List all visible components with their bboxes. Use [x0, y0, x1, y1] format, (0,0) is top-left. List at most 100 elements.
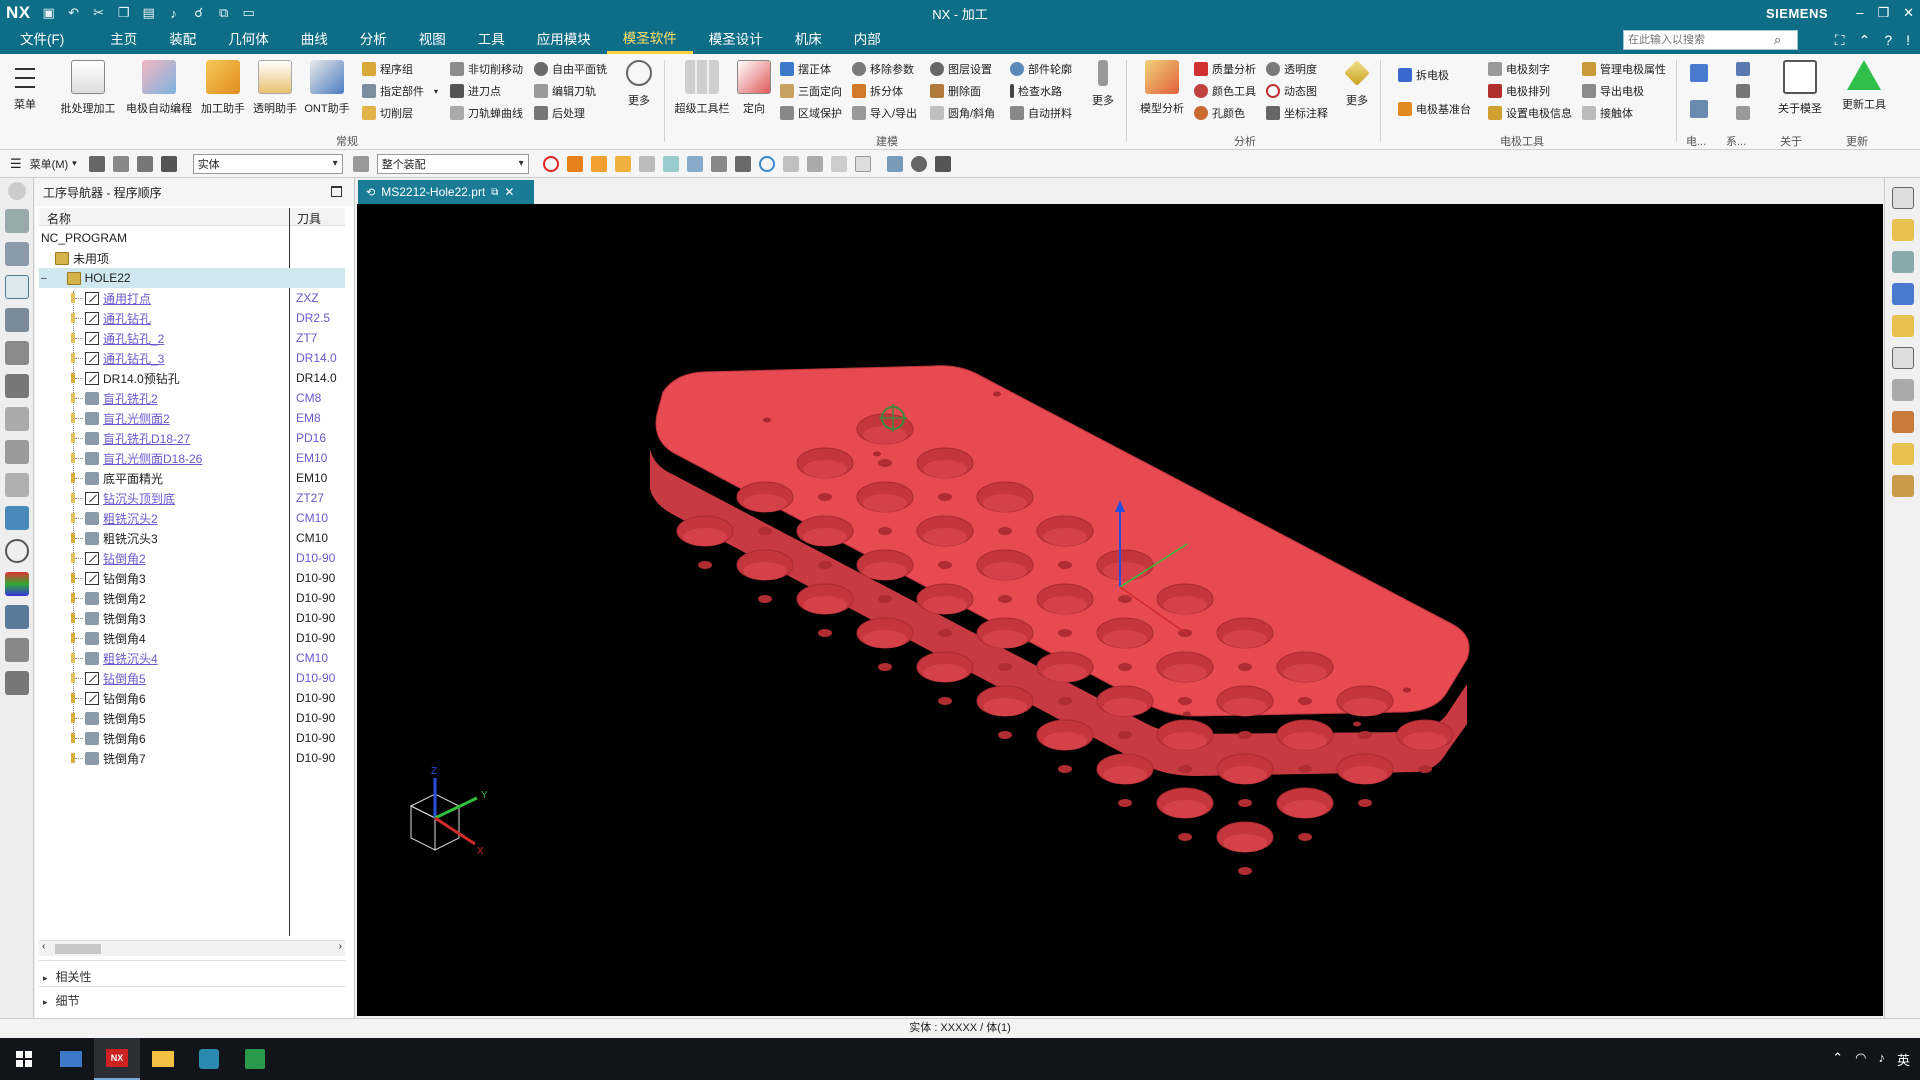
- operation-row[interactable]: 粗铣沉头3 CM10: [39, 528, 345, 548]
- taskbar-app-excel-icon[interactable]: [232, 1038, 278, 1080]
- operation-row[interactable]: 盲孔光侧面D18-26 EM10: [39, 448, 345, 468]
- import-export-button[interactable]: 导入/导出: [852, 104, 917, 122]
- specify-part-button[interactable]: 指定部件 ▾: [362, 82, 438, 100]
- web-browser-icon[interactable]: [4, 506, 29, 530]
- operation-row[interactable]: 通孔钻孔 DR2.5: [39, 308, 345, 328]
- input-language[interactable]: 英: [1897, 1050, 1910, 1069]
- scope-filter-select[interactable]: 整个装配: [376, 153, 529, 174]
- relations-panel-header[interactable]: ▸ 相关性: [43, 968, 92, 985]
- operation-navigator-icon[interactable]: [4, 275, 29, 299]
- free-planar-mill-button[interactable]: 自由平面铣: [534, 60, 607, 78]
- horizontal-scrollbar[interactable]: ‹ ›: [39, 940, 345, 956]
- cut-levels-button[interactable]: 切削层: [362, 104, 413, 122]
- electrode-extra2-button[interactable]: [1690, 100, 1708, 118]
- graphics-viewport[interactable]: Z Y X: [357, 204, 1883, 1016]
- menu-mosheng-software[interactable]: 模圣软件: [606, 26, 693, 54]
- menu-dropdown[interactable]: 菜单(M): [30, 156, 69, 172]
- paste-icon[interactable]: ▤: [141, 5, 157, 21]
- operation-row[interactable]: DR14.0预钻孔 DR14.0: [39, 368, 345, 388]
- snap-options-icon[interactable]: [710, 155, 727, 172]
- edit-toolpath-button[interactable]: 编辑刀轨: [534, 82, 596, 100]
- model-analysis-button[interactable]: 模型分析: [1134, 60, 1190, 116]
- operation-row[interactable]: 铣倒角3 D10-90: [39, 608, 345, 628]
- info-panel-icon[interactable]: [1891, 347, 1914, 369]
- taskbar-app-explorer-icon[interactable]: [48, 1038, 94, 1080]
- system-b-button[interactable]: [1736, 82, 1750, 100]
- menu-curve[interactable]: 曲线: [285, 26, 344, 54]
- assembly-icon[interactable]: [136, 155, 153, 172]
- history-icon[interactable]: [4, 440, 29, 464]
- cube-icon[interactable]: [830, 155, 847, 172]
- program-group-button[interactable]: 程序组: [362, 60, 413, 78]
- tree-unused[interactable]: 未用项: [39, 248, 345, 268]
- three-face-orient-button[interactable]: 三面定向: [780, 82, 842, 100]
- menu-app-modules[interactable]: 应用模块: [521, 26, 607, 54]
- electrode-extra-button[interactable]: [1690, 64, 1708, 82]
- hide-icon[interactable]: [934, 155, 951, 172]
- column-tool-header[interactable]: 刀具: [297, 210, 321, 227]
- operation-row[interactable]: 盲孔铣孔2 CM8: [39, 388, 345, 408]
- non-cutting-moves-button[interactable]: 非切削移动: [450, 60, 523, 78]
- tool-icon[interactable]: [1891, 283, 1914, 305]
- electrode-arrange-button[interactable]: 电极排列: [1488, 82, 1550, 100]
- window-switch-icon[interactable]: ⧉: [216, 5, 232, 21]
- coordinate-note-button[interactable]: 坐标注释: [1266, 104, 1328, 122]
- menu-machine[interactable]: 机床: [779, 26, 838, 54]
- no-select-icon[interactable]: [542, 155, 559, 172]
- mass-analysis-button[interactable]: 质量分析: [1194, 60, 1256, 78]
- transparency-button[interactable]: 透明度: [1266, 60, 1317, 78]
- view-icon[interactable]: [88, 155, 105, 172]
- snap-icon[interactable]: [160, 155, 177, 172]
- contact-body-button[interactable]: 接触体: [1582, 104, 1633, 122]
- lock-button[interactable]: [1736, 104, 1750, 122]
- maximize-icon[interactable]: [331, 186, 342, 197]
- manage-electrode-attr-button[interactable]: 管理电极属性: [1582, 60, 1666, 78]
- operation-row[interactable]: 盲孔光侧面2 EM8: [39, 408, 345, 428]
- part-outline-button[interactable]: 部件轮廓: [1010, 60, 1072, 78]
- assembly-navigator-icon[interactable]: [4, 242, 29, 266]
- auto-stock-button[interactable]: 自动拼料: [1010, 104, 1072, 122]
- wrench-icon[interactable]: [4, 638, 29, 662]
- operation-row[interactable]: 盲孔铣孔D18-27 PD16: [39, 428, 345, 448]
- menu-assembly[interactable]: 装配: [153, 26, 212, 54]
- box-select-icon[interactable]: [782, 155, 799, 172]
- robot-icon[interactable]: [4, 671, 29, 695]
- body-select-icon[interactable]: [638, 155, 655, 172]
- help-icon[interactable]: ?: [1884, 32, 1892, 49]
- palette-icon[interactable]: [4, 572, 29, 596]
- operation-row[interactable]: 通孔钻孔_3 DR14.0: [39, 348, 345, 368]
- copy-panel-icon[interactable]: [1891, 379, 1914, 401]
- menu-tools[interactable]: 工具: [462, 26, 521, 54]
- fillet-chamfer-button[interactable]: 圆角/斜角: [930, 104, 995, 122]
- menu-view[interactable]: 视图: [403, 26, 462, 54]
- taskbar-app-nx-icon[interactable]: NX: [94, 1038, 140, 1080]
- search-icon[interactable]: ⌕: [1774, 32, 1781, 48]
- solid-select-icon[interactable]: [566, 155, 583, 172]
- curve-select-icon[interactable]: [662, 155, 679, 172]
- selection-icon[interactable]: [734, 155, 751, 172]
- save-icon[interactable]: ▣: [41, 5, 57, 21]
- constraint-icon[interactable]: [4, 374, 29, 398]
- machine-tool-icon[interactable]: [4, 308, 29, 332]
- entry-point-button[interactable]: 进刀点: [450, 82, 501, 100]
- reuse-library-icon[interactable]: [4, 341, 29, 365]
- tree-group-hole22[interactable]: – HOLE22: [39, 268, 345, 288]
- layer-settings-button[interactable]: 图层设置: [930, 60, 992, 78]
- menu-file[interactable]: 文件(F): [0, 26, 94, 54]
- menu-button[interactable]: 菜单: [10, 60, 40, 112]
- tab-close-icon[interactable]: ✕: [504, 185, 514, 199]
- window-menu-icon[interactable]: ▭: [241, 5, 257, 21]
- star-icon[interactable]: [1891, 219, 1914, 241]
- cut-icon[interactable]: ✂: [91, 5, 107, 21]
- transparent-helper-button[interactable]: 透明助手: [250, 60, 300, 116]
- operation-row[interactable]: 钻倒角6 D10-90: [39, 688, 345, 708]
- operation-row[interactable]: 底平面精光 EM10: [39, 468, 345, 488]
- operation-row[interactable]: 钻倒角5 D10-90: [39, 668, 345, 688]
- ont-helper-button[interactable]: ONT助手: [302, 60, 352, 116]
- electrode-base-button[interactable]: 电极基准台: [1398, 100, 1471, 118]
- orient-button[interactable]: 定向: [736, 60, 772, 116]
- square-body-button[interactable]: 摆正体: [780, 60, 831, 78]
- type-filter-select[interactable]: 实体: [192, 153, 343, 174]
- settings-icon[interactable]: [7, 182, 26, 200]
- touch-mode-icon[interactable]: ☌: [191, 5, 207, 21]
